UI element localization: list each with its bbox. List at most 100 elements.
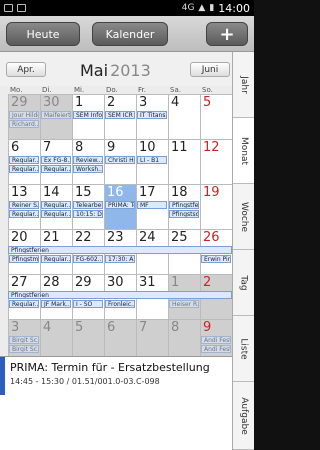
image-icon: [4, 4, 13, 12]
event-chip[interactable]: Andi Fest...: [201, 336, 231, 344]
multi-day-event[interactable]: Pfingstferien: [8, 291, 232, 299]
event-chip[interactable]: IT Titans Meeting: [137, 111, 167, 119]
day-cell[interactable]: 11: [168, 139, 200, 184]
day-number: 21: [43, 230, 60, 245]
weekday-header: Mi.: [74, 86, 85, 94]
event-chip[interactable]: Jour Hilde...: [9, 111, 39, 119]
event-chip[interactable]: Pfingstso...: [169, 210, 199, 218]
event-chip[interactable]: Telearbeit: [73, 201, 103, 209]
event-chip[interactable]: Worksh...: [73, 165, 103, 173]
day-number: 1: [75, 95, 84, 110]
day-number: 11: [171, 140, 188, 155]
event-chip[interactable]: Pfingstferien: [169, 201, 199, 209]
calendar-app: 4G ▲ ▮ 14:00 Heute Kalender + Apr. Mai 2013 …: [0, 0, 254, 450]
event-chip[interactable]: SEM ICR RS H.S...: [105, 111, 135, 119]
tab-label: Monat: [239, 136, 249, 165]
event-chip[interactable]: I - SO: [73, 300, 103, 308]
day-number: 5: [203, 95, 212, 110]
day-cell[interactable]: 12: [200, 139, 232, 184]
status-bar: 4G ▲ ▮ 14:00: [0, 0, 254, 16]
day-number: 10: [139, 140, 156, 155]
day-number: 28: [43, 275, 60, 290]
event-chip[interactable]: Maifeiert...: [41, 111, 71, 119]
event-chip[interactable]: Regular...: [9, 300, 39, 308]
event-chip[interactable]: MF: [137, 201, 167, 209]
clock: 14:00: [218, 1, 250, 15]
event-chip[interactable]: LI - B1: [137, 156, 167, 164]
tab-liste[interactable]: Liste: [233, 316, 254, 382]
event-chip[interactable]: Fronleic...: [105, 300, 135, 308]
day-number: 2: [203, 275, 212, 290]
tab-woche[interactable]: Woche: [233, 184, 254, 250]
weekday-header: Sa.: [170, 86, 181, 94]
day-number: 18: [171, 185, 188, 200]
tab-aufgabe[interactable]: Aufgabe: [233, 382, 254, 450]
month-name: Mai: [80, 61, 109, 80]
day-number: 14: [43, 185, 60, 200]
weekday-header: Fr.: [138, 86, 146, 94]
day-number: 26: [203, 230, 220, 245]
event-chip[interactable]: Regular...: [9, 156, 39, 164]
network-label: 4G: [181, 3, 195, 13]
tab-label: Liste: [239, 337, 249, 360]
prev-month-button[interactable]: Apr.: [6, 62, 46, 77]
tab-label: Woche: [239, 201, 250, 232]
month-title: Mai 2013: [80, 61, 151, 80]
weekday-header: So.: [202, 86, 213, 94]
tab-monat[interactable]: Monat: [233, 118, 254, 184]
event-chip[interactable]: Birgit Sc...: [9, 336, 39, 344]
tab-tag[interactable]: Tag: [233, 250, 254, 316]
day-number: 29: [11, 95, 28, 110]
day-number: 27: [11, 275, 28, 290]
event-chip[interactable]: Christi Hi mmelfahrt: [105, 156, 135, 164]
event-title: PRIMA: Termin für - Ersatzbestellung: [10, 361, 210, 374]
event-chip[interactable]: Richard...: [9, 120, 39, 128]
event-chip[interactable]: Birgit Sc...: [9, 345, 39, 353]
today-button[interactable]: Heute: [6, 22, 80, 46]
event-color-bar: [0, 357, 5, 395]
month-grid: Mo.Di.Mi.Do.Fr.Sa.So.293012345Jour Hilde…: [8, 86, 232, 364]
event-chip[interactable]: Heiser R...: [169, 300, 199, 308]
event-chip[interactable]: Erwin Pin...: [201, 255, 231, 263]
tab-label: Jahr: [238, 75, 249, 94]
day-cell[interactable]: 4: [168, 94, 200, 139]
event-chip[interactable]: Review...: [73, 156, 103, 164]
event-chip[interactable]: Pfingstm...: [9, 255, 39, 263]
event-chip[interactable]: PRIMA: Termin...: [105, 201, 135, 209]
event-chip[interactable]: 10:15: D...: [73, 210, 103, 218]
event-chip[interactable]: Regular...: [9, 210, 39, 218]
event-detail[interactable]: PRIMA: Termin für - Ersatzbestellung 14:…: [0, 356, 232, 450]
event-chip[interactable]: Regular...: [41, 210, 71, 218]
event-chip[interactable]: JF Mark...: [41, 300, 71, 308]
day-number: 6: [107, 320, 116, 335]
tab-jahr[interactable]: Jahr: [233, 52, 254, 118]
event-chip[interactable]: Reiner S...: [9, 201, 39, 209]
event-chip[interactable]: FG-602...: [73, 255, 103, 263]
event-chip[interactable]: Regular...: [41, 165, 71, 173]
day-number: 5: [75, 320, 84, 335]
day-number: 12: [203, 140, 220, 155]
day-number: 7: [43, 140, 52, 155]
add-event-button[interactable]: +: [206, 22, 248, 46]
event-chip[interactable]: Regular...: [9, 165, 39, 173]
next-month-button[interactable]: Juni: [190, 62, 230, 77]
multi-day-event[interactable]: Pfingstferien: [8, 246, 232, 254]
day-number: 9: [107, 140, 116, 155]
day-number: 23: [107, 230, 124, 245]
day-number: 8: [171, 320, 180, 335]
event-chip[interactable]: Regular...: [41, 201, 71, 209]
calendar-button[interactable]: Kalender: [92, 22, 168, 46]
day-number: 22: [75, 230, 92, 245]
day-number: 9: [203, 320, 212, 335]
event-chip[interactable]: SEM Info PAT etc.: [73, 111, 103, 119]
event-chip[interactable]: Andi Fest...: [201, 345, 231, 353]
year: 2013: [110, 61, 151, 80]
day-number: 19: [203, 185, 220, 200]
event-chip[interactable]: 17:30: A...: [105, 255, 135, 263]
day-cell[interactable]: 5: [200, 94, 232, 139]
day-cell[interactable]: 19: [200, 184, 232, 229]
event-chip[interactable]: Ex FG-8...: [41, 156, 71, 164]
day-number: 31: [139, 275, 156, 290]
toolbar: Heute Kalender +: [0, 16, 254, 52]
event-chip[interactable]: Regular...: [41, 255, 71, 263]
